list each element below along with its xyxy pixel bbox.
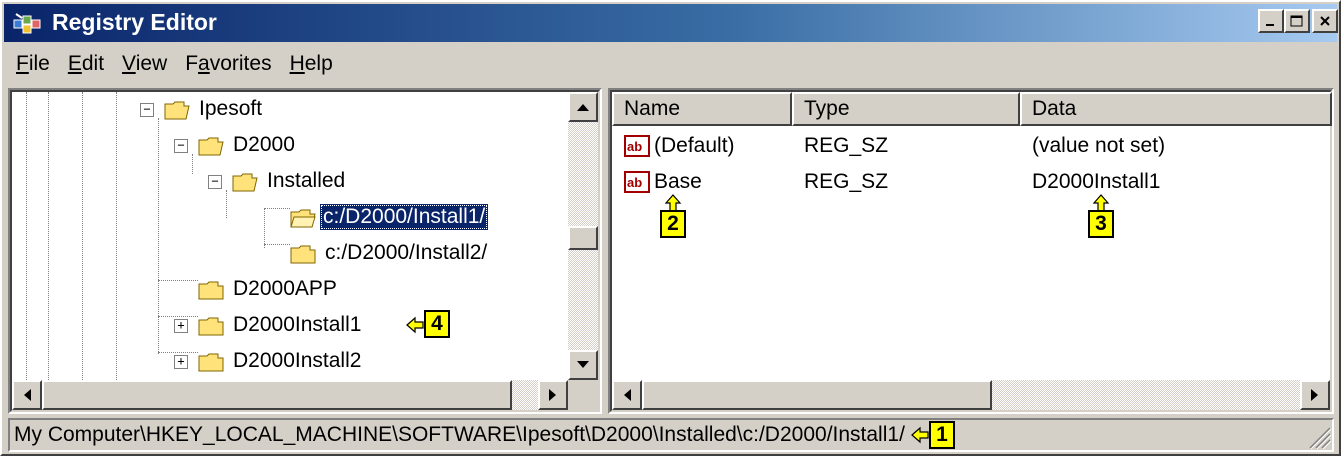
folder-open-icon — [198, 137, 224, 156]
callout-badge-2: 2 — [660, 210, 686, 238]
tree-item-label: Installed — [267, 169, 346, 192]
menu-file[interactable]: File — [4, 52, 59, 76]
folder-icon — [198, 281, 224, 300]
folder-open-icon — [164, 101, 190, 120]
value-type: REG_SZ — [804, 170, 889, 193]
tree-item-label: D2000APP — [233, 277, 337, 300]
tree-item-label: D2000Install2 — [233, 349, 362, 372]
title-bar[interactable]: Registry Editor — [4, 4, 1338, 42]
registry-editor-window: Registry Editor File Edit View Favorites… — [0, 0, 1341, 456]
callout-arrow-icon — [406, 316, 424, 334]
key-tree-pane: − Ipesoft − D2000 − Installed c:/D2000/I… — [8, 88, 602, 414]
value-name: (Default) — [654, 134, 735, 157]
tree-item[interactable]: + D2000Install2 — [12, 344, 572, 380]
scroll-thumb[interactable] — [642, 380, 992, 410]
column-header-type[interactable]: Type — [792, 92, 1020, 126]
arrow-up-icon — [577, 104, 589, 111]
tree-item[interactable]: + D2000Install1 — [12, 308, 572, 344]
tree-horizontal-scrollbar[interactable] — [12, 380, 568, 410]
callout-arrow-icon — [910, 426, 929, 444]
arrow-right-icon — [1311, 389, 1318, 401]
scroll-right-button[interactable] — [1300, 380, 1330, 410]
resize-grip-icon[interactable] — [1306, 424, 1332, 450]
tree-item-selected[interactable]: c:/D2000/Install1/ — [12, 200, 572, 236]
collapse-toggle[interactable]: − — [174, 139, 188, 153]
value-data: D2000Install1 — [1032, 170, 1161, 193]
tree-item[interactable]: − Ipesoft — [12, 92, 572, 128]
tree-item[interactable]: D2000APP — [12, 272, 572, 308]
values-list-pane: Name Type Data ab (Default) REG_SZ (valu… — [608, 88, 1334, 414]
scroll-thumb[interactable] — [568, 226, 598, 250]
callout-badge-1: 1 — [928, 421, 955, 449]
value-name: Base — [654, 170, 702, 193]
string-value-icon: ab — [624, 135, 650, 157]
status-path: My Computer\HKEY_LOCAL_MACHINE\SOFTWARE\… — [14, 423, 905, 446]
value-data: (value not set) — [1032, 134, 1166, 157]
svg-text:ab: ab — [627, 139, 642, 154]
folder-open-icon — [290, 209, 316, 228]
value-type: REG_SZ — [804, 134, 889, 157]
tree-vertical-scrollbar[interactable] — [568, 92, 598, 380]
menu-bar: File Edit View Favorites Help — [4, 44, 1337, 84]
minimize-icon — [1266, 24, 1274, 26]
scroll-left-button[interactable] — [12, 380, 42, 410]
minimize-button[interactable] — [1258, 9, 1284, 33]
callout-badge-3: 3 — [1088, 210, 1114, 238]
arrow-down-icon — [577, 361, 589, 368]
window-title: Registry Editor — [52, 9, 217, 35]
menu-view[interactable]: View — [113, 52, 176, 76]
tree-item-label: D2000 — [233, 133, 295, 156]
menu-edit[interactable]: Edit — [59, 52, 113, 76]
tree-item-label: D2000Install1 — [233, 313, 362, 336]
list-item[interactable]: ab (Default) REG_SZ (value not set) — [612, 130, 1312, 164]
tree-item-label: c:/D2000/Install1/ — [320, 204, 489, 230]
scroll-left-button[interactable] — [612, 380, 642, 410]
callout-badge-4: 4 — [424, 310, 450, 338]
tree-item-label: Ipesoft — [199, 97, 263, 120]
status-bar: My Computer\HKEY_LOCAL_MACHINE\SOFTWARE\… — [8, 418, 1334, 452]
folder-icon — [198, 353, 224, 372]
menu-help[interactable]: Help — [281, 52, 342, 76]
key-tree: − Ipesoft − D2000 − Installed c:/D2000/I… — [12, 92, 568, 382]
tree-item-label: c:/D2000/Install2/ — [325, 241, 488, 264]
collapse-toggle[interactable]: − — [208, 175, 222, 189]
folder-open-icon — [232, 173, 258, 192]
registry-editor-icon — [13, 13, 41, 34]
folder-icon — [198, 317, 224, 336]
column-header-data[interactable]: Data — [1020, 92, 1332, 126]
scroll-right-button[interactable] — [538, 380, 568, 410]
maximize-button[interactable] — [1284, 9, 1310, 33]
tree-item[interactable]: − Installed — [12, 164, 572, 200]
menu-favorites[interactable]: Favorites — [176, 52, 280, 76]
scroll-corner — [568, 380, 598, 410]
close-icon — [1320, 16, 1330, 26]
expand-toggle[interactable]: + — [174, 355, 188, 369]
list-horizontal-scrollbar[interactable] — [612, 380, 1330, 410]
string-value-icon: ab — [624, 171, 650, 193]
tree-item[interactable]: − D2000 — [12, 128, 572, 164]
list-item[interactable]: ab Base REG_SZ D2000Install1 — [612, 166, 1312, 200]
arrow-left-icon — [624, 389, 631, 401]
column-header-name[interactable]: Name — [612, 92, 792, 126]
close-button[interactable] — [1312, 9, 1338, 33]
svg-text:ab: ab — [627, 175, 642, 190]
expand-toggle[interactable]: + — [174, 319, 188, 333]
scroll-up-button[interactable] — [568, 92, 598, 122]
folder-icon — [290, 245, 316, 264]
scroll-thumb[interactable] — [42, 380, 512, 410]
collapse-toggle[interactable]: − — [140, 103, 154, 117]
arrow-left-icon — [24, 389, 31, 401]
maximize-icon — [1290, 15, 1303, 27]
arrow-right-icon — [549, 389, 556, 401]
list-header: Name Type Data — [612, 92, 1332, 126]
scroll-down-button[interactable] — [568, 350, 598, 380]
tree-item[interactable]: c:/D2000/Install2/ — [12, 236, 572, 272]
